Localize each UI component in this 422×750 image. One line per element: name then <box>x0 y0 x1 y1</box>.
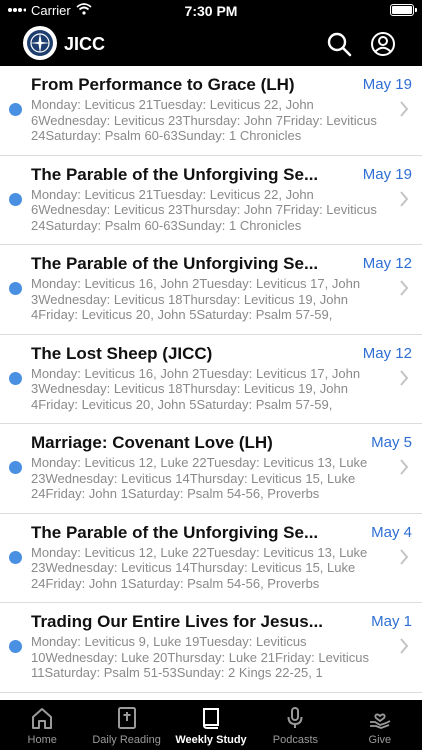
unread-dot <box>9 282 22 295</box>
item-description: Monday: Leviticus 21Tuesday: Leviticus 2… <box>31 186 377 233</box>
item-title: From Performance to Grace (LH) <box>31 75 295 94</box>
book-icon <box>203 708 220 729</box>
item-date: May 19 <box>362 165 412 183</box>
item-title: The Parable of the Unforgiving Se... <box>31 164 319 184</box>
tab-label: Weekly Study <box>175 734 247 746</box>
tab-home[interactable]: Home <box>0 700 84 750</box>
microphone-icon <box>287 707 303 728</box>
tab-bar: Home Daily Reading Weekly Study Podcasts… <box>0 700 422 750</box>
item-date: May 19 <box>362 76 412 93</box>
item-date: May 12 <box>362 344 412 362</box>
item-title: The Lost Sheep (JICC) <box>31 343 213 363</box>
chevron-right-icon <box>400 369 409 386</box>
tab-label: Home <box>27 734 57 746</box>
tab-label: Give <box>368 734 392 746</box>
list-item[interactable]: The Parable of the Unforgiving Se... May… <box>0 513 422 603</box>
list-item[interactable]: Trading Our Entire Lives for Jesus... Ma… <box>0 603 422 693</box>
tab-label: Daily Reading <box>92 734 161 746</box>
unread-dot <box>9 461 22 474</box>
list-item[interactable]: The Parable of the Unforgiving Se... May… <box>0 155 422 245</box>
home-icon <box>32 708 53 729</box>
item-title: The Parable of the Unforgiving Se... <box>31 254 319 273</box>
unread-dot <box>9 640 22 653</box>
app-title: JICC <box>64 34 106 54</box>
item-description: Monday: Leviticus 16, John 2Tuesday: Lev… <box>31 276 361 322</box>
bible-icon <box>117 707 136 729</box>
item-date: May 4 <box>371 523 412 541</box>
jicc-logo <box>23 26 57 60</box>
item-description: Monday: Leviticus 12, Luke 22Tuesday: Le… <box>31 455 368 501</box>
app-header: JICC <box>0 22 422 66</box>
item-description: Monday: Leviticus 21Tuesday: Leviticus 2… <box>31 97 377 143</box>
item-description: Monday: Leviticus 9, Luke 19Tuesday: Lev… <box>31 634 369 680</box>
list-item[interactable]: The Lost Sheep (JICC) May 12 Monday: Lev… <box>0 334 422 424</box>
item-title: Trading Our Entire Lives for Jesus... <box>31 612 323 631</box>
search-icon[interactable] <box>326 31 352 57</box>
chevron-right-icon <box>400 190 409 207</box>
item-date: May 1 <box>371 613 412 630</box>
item-title: The Parable of the Unforgiving Se... <box>31 522 319 542</box>
giving-hand-icon <box>369 713 391 729</box>
tab-podcasts[interactable]: Podcasts <box>253 700 337 750</box>
item-title: Marriage: Covenant Love (LH) <box>31 433 273 452</box>
unread-dot <box>9 192 22 206</box>
chevron-right-icon <box>400 459 409 475</box>
unread-dot <box>9 550 22 564</box>
tab-label: Podcasts <box>272 734 319 746</box>
unread-dot <box>9 371 22 385</box>
item-description: Monday: Leviticus 16, John 2Tuesday: Lev… <box>31 365 361 412</box>
unread-dot <box>9 103 22 116</box>
tab-give[interactable]: Give <box>338 700 422 750</box>
list-item[interactable]: From Performance to Grace (LH) May 19 Mo… <box>0 66 422 156</box>
chevron-right-icon <box>400 548 409 565</box>
chevron-right-icon <box>400 638 409 654</box>
study-list: From Performance to Grace (LH) May 19 Mo… <box>0 66 422 700</box>
tab-weekly-study[interactable]: Weekly Study <box>169 700 253 750</box>
list-item[interactable]: The Parable of the Unforgiving Se... May… <box>0 245 422 335</box>
tab-daily-reading[interactable]: Daily Reading <box>84 700 168 750</box>
item-date: May 12 <box>362 255 412 272</box>
profile-icon[interactable] <box>370 31 396 57</box>
chevron-right-icon <box>400 280 409 296</box>
item-date: May 5 <box>371 434 412 451</box>
battery-icon <box>390 4 417 16</box>
list-item[interactable]: Marriage: Covenant Love (LH) May 5 Monda… <box>0 424 422 514</box>
item-description: Monday: Leviticus 12, Luke 22Tuesday: Le… <box>31 544 368 591</box>
status-bar: Carrier 7:30 PM <box>0 0 422 22</box>
chevron-right-icon <box>400 101 409 117</box>
status-time: 7:30 PM <box>184 3 238 19</box>
